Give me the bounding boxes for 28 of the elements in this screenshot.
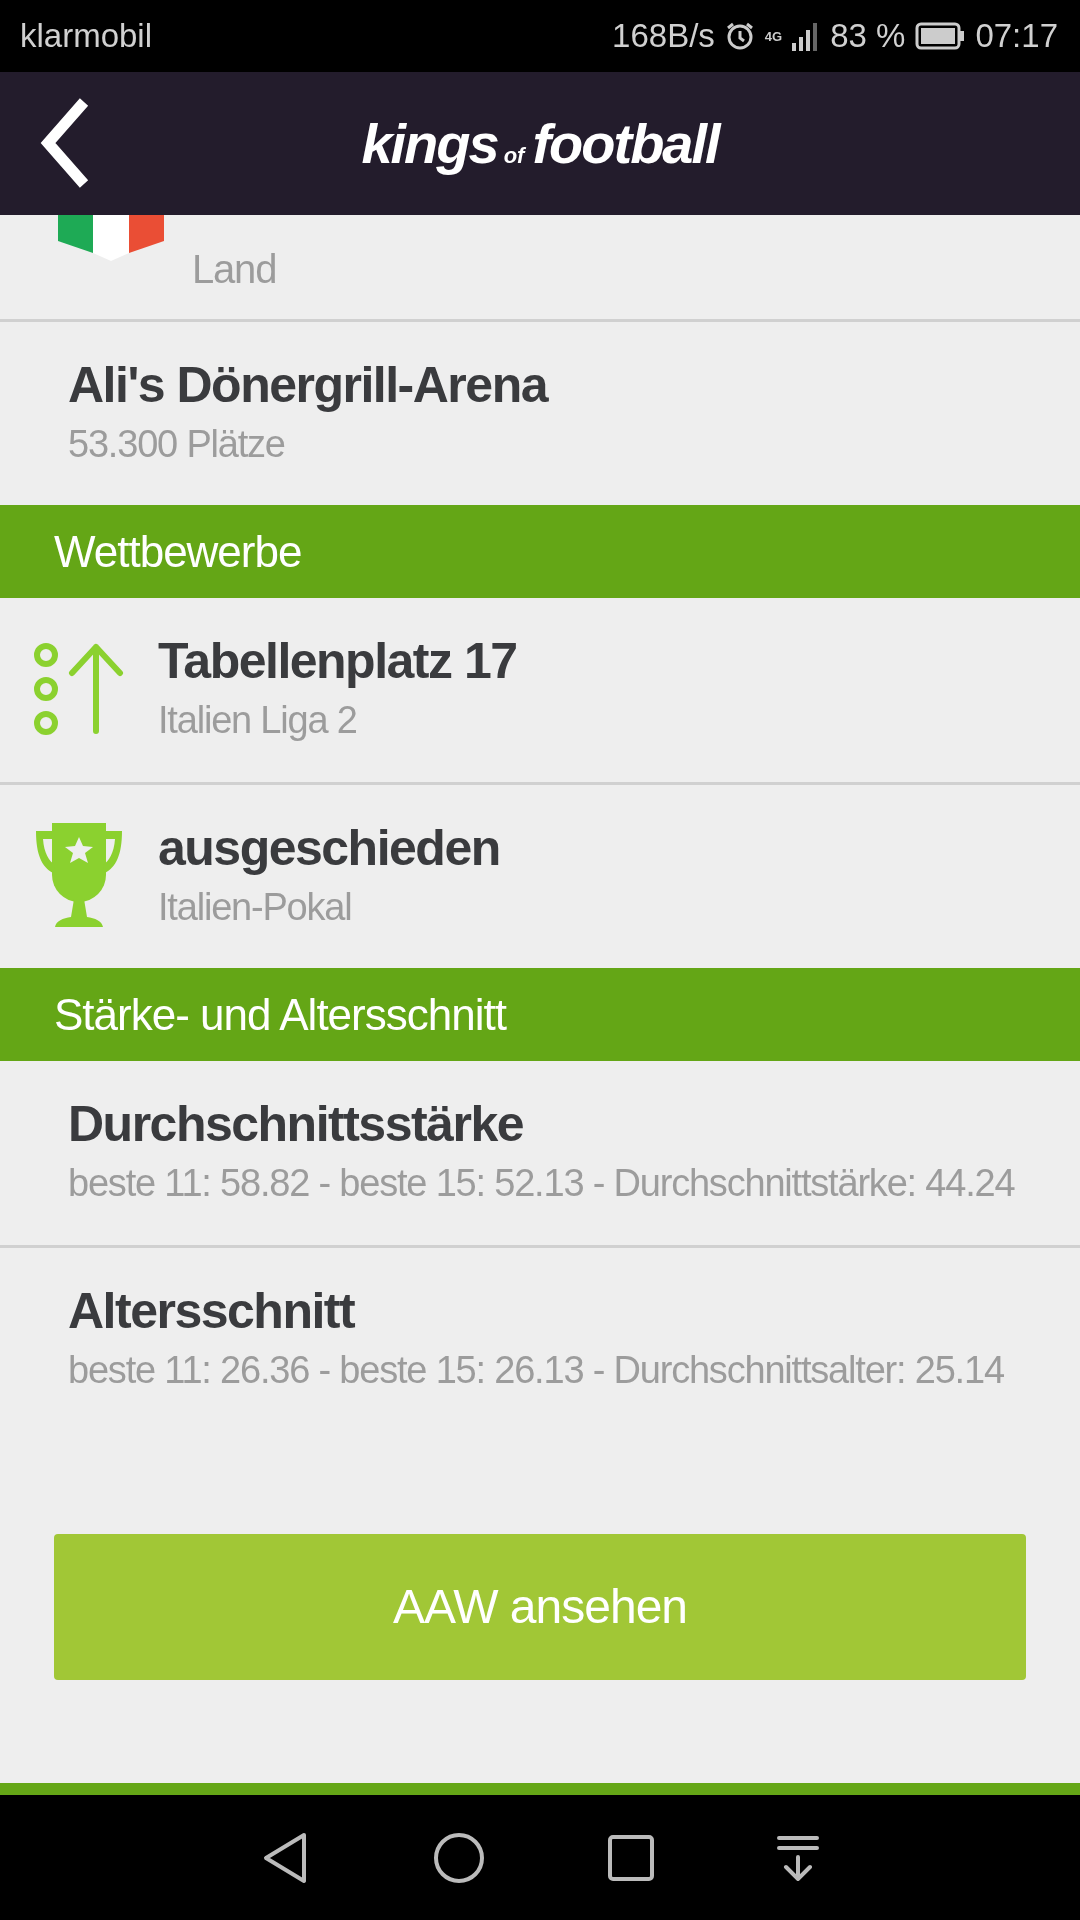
row-subtitle: beste 11: 58.82 - beste 15: 52.13 - Durchschnittstärke: 44.24 bbox=[68, 1161, 1015, 1207]
network-type: 4G bbox=[764, 28, 783, 44]
row-title: Altersschnitt bbox=[68, 1281, 356, 1340]
back-button[interactable] bbox=[40, 98, 90, 188]
row-title: ausgeschieden bbox=[158, 818, 500, 877]
notification-pulldown-icon[interactable] bbox=[776, 1834, 819, 1881]
app-logo: kings of football bbox=[361, 111, 719, 176]
row-subtitle: Italien Liga 2 bbox=[158, 698, 358, 744]
battery-level: 83 % bbox=[830, 17, 906, 55]
trophy-icon bbox=[34, 823, 124, 928]
view-button[interactable]: AAW ansehen bbox=[54, 1533, 1026, 1680]
alarm-icon bbox=[724, 21, 755, 51]
battery-icon bbox=[915, 22, 966, 50]
section-title: Wettbewerbe bbox=[54, 526, 302, 577]
row-title: Ali's Dönergrill-Arena bbox=[68, 356, 547, 414]
home-icon[interactable] bbox=[432, 1831, 485, 1884]
row-title: Tabellenplatz 17 bbox=[158, 632, 517, 691]
row-subtitle: beste 11: 26.36 - beste 15: 26.13 - Durchschnittsalter: 25.14 bbox=[68, 1347, 1004, 1393]
row-title: Durchschnittsstärke bbox=[68, 1095, 524, 1154]
rank-up-icon bbox=[34, 643, 124, 736]
row-subtitle: 53.300 Plätze bbox=[68, 422, 286, 467]
carrier-name: klarmobil bbox=[20, 17, 153, 55]
recents-icon[interactable] bbox=[607, 1834, 654, 1881]
section-title: Stärke- und Altersschnitt bbox=[54, 989, 506, 1040]
row-subtitle: Land bbox=[192, 246, 277, 293]
row-subtitle: Italien-Pokal bbox=[158, 884, 353, 930]
network-speed: 168B/s bbox=[612, 17, 715, 55]
clock-time: 07:17 bbox=[975, 17, 1058, 55]
